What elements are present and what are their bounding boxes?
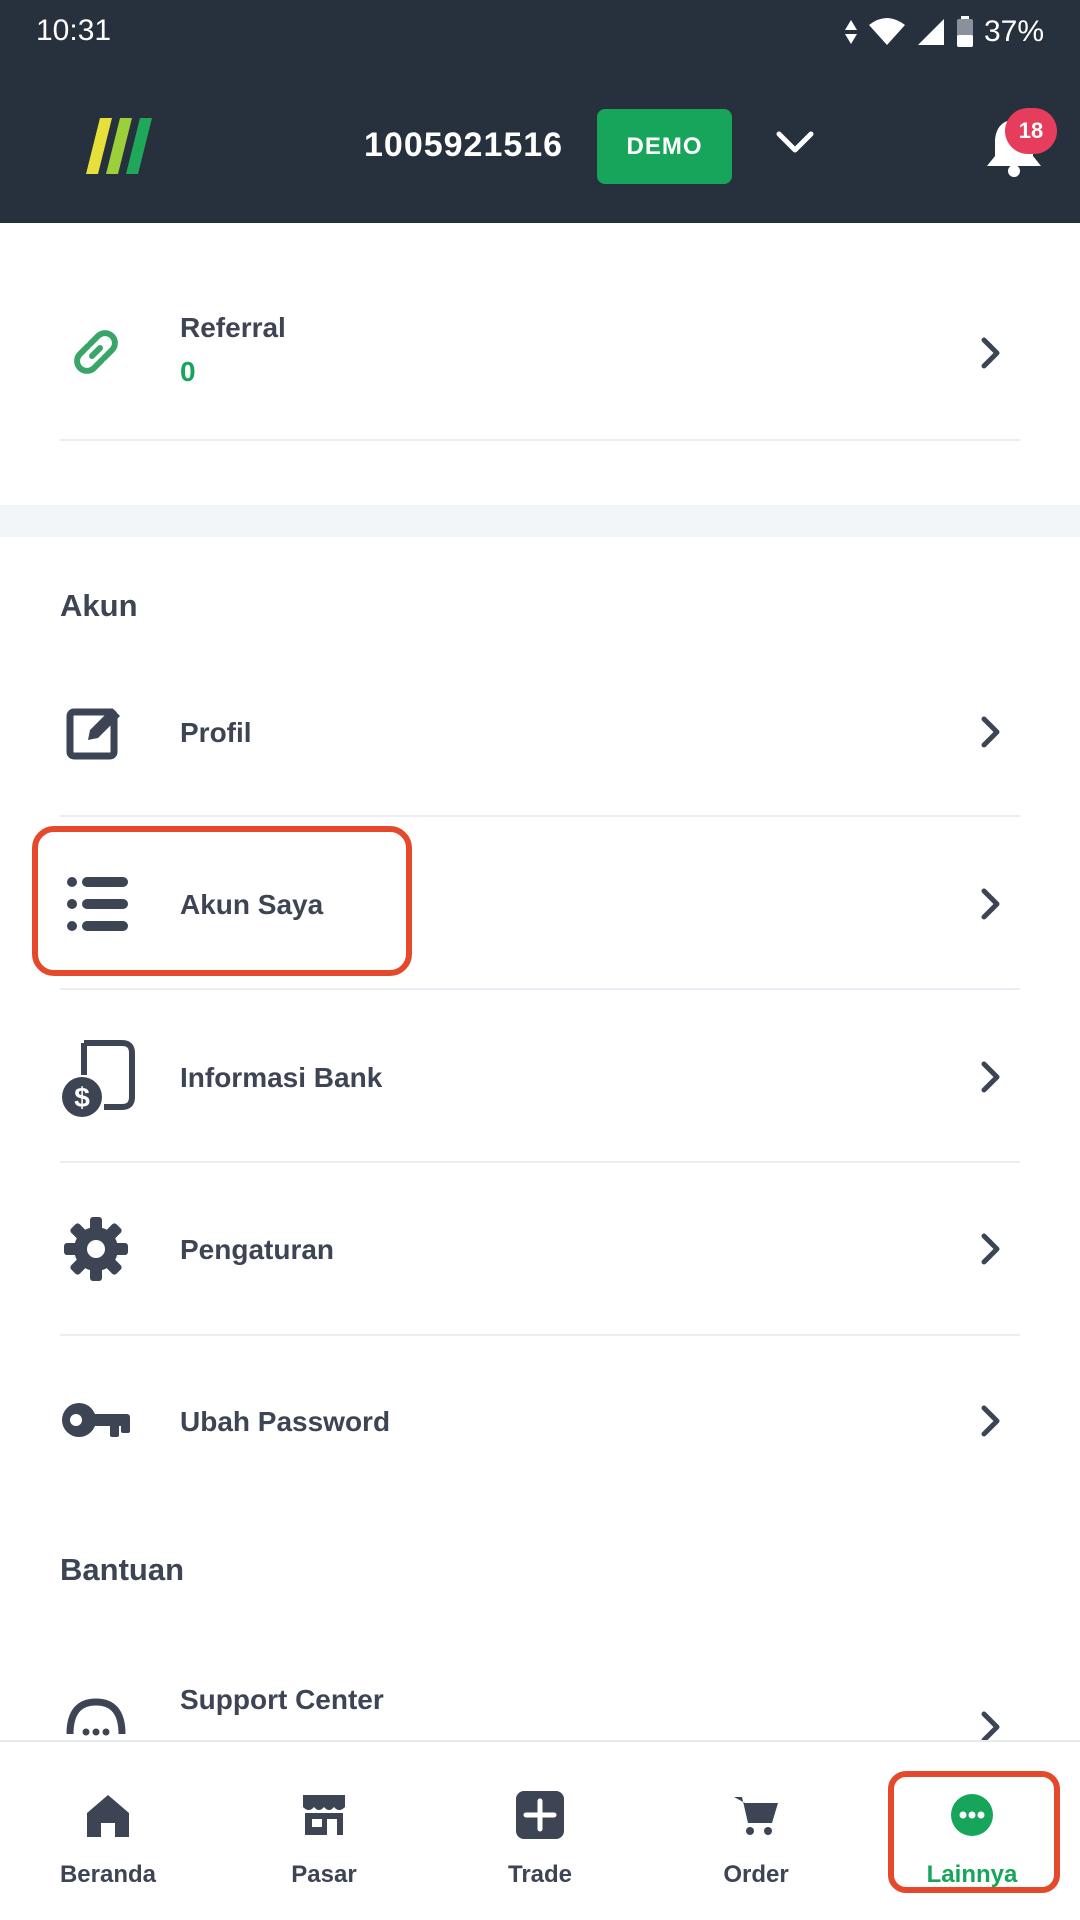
app-header: 10:31 37% 1005921516 DEMO 18 bbox=[0, 0, 1080, 223]
menu-label: Support Center bbox=[180, 1684, 384, 1715]
menu-item-pengaturan[interactable]: Pengaturan bbox=[60, 1207, 1020, 1327]
chevron-right-icon bbox=[981, 1233, 1000, 1265]
divider bbox=[60, 1334, 1020, 1336]
cart-icon bbox=[734, 1797, 778, 1835]
referral-label: Referral bbox=[180, 312, 286, 343]
nav-trade[interactable]: Trade bbox=[432, 1742, 648, 1920]
chevron-right-icon bbox=[981, 1405, 1000, 1437]
menu-label: Pengaturan bbox=[180, 1234, 335, 1265]
bank-doc-icon: $ bbox=[62, 1040, 135, 1117]
app-logo bbox=[86, 118, 152, 174]
chevron-down-icon[interactable] bbox=[775, 130, 815, 156]
gear-icon bbox=[64, 1217, 128, 1281]
nav-beranda[interactable]: Beranda bbox=[0, 1742, 216, 1920]
data-arrows-icon bbox=[844, 20, 857, 44]
menu-item-ubah-password[interactable]: Ubah Password bbox=[60, 1379, 1020, 1499]
menu-label: Informasi Bank bbox=[180, 1062, 383, 1093]
nav-label: Trade bbox=[507, 1861, 573, 1888]
signal-icon bbox=[917, 19, 944, 45]
menu-item-informasi-bank[interactable]: $ Informasi Bank bbox=[60, 1035, 1020, 1155]
nav-label: Order bbox=[723, 1861, 789, 1888]
support-icon bbox=[66, 1698, 126, 1736]
divider bbox=[60, 1161, 1020, 1163]
menu-item-support-center[interactable]: Support Center bbox=[60, 1666, 1020, 1740]
section-title-bantuan: Bantuan bbox=[60, 1552, 184, 1587]
battery-level: 37% bbox=[983, 15, 1044, 48]
nav-label: Beranda bbox=[59, 1861, 157, 1888]
divider bbox=[60, 815, 1020, 817]
divider bbox=[60, 988, 1020, 990]
home-icon bbox=[87, 1795, 129, 1837]
nav-label: Pasar bbox=[291, 1861, 357, 1888]
plus-icon bbox=[516, 1791, 564, 1839]
account-number[interactable]: 1005921516 bbox=[364, 126, 563, 165]
section-separator bbox=[0, 505, 1080, 537]
chevron-right-icon bbox=[981, 716, 1000, 748]
link-icon bbox=[74, 330, 118, 374]
chevron-right-icon bbox=[981, 888, 1000, 920]
edit-icon bbox=[66, 708, 120, 760]
store-icon bbox=[303, 1795, 345, 1835]
menu-label: Ubah Password bbox=[180, 1406, 391, 1437]
status-icons: 37% bbox=[844, 14, 1044, 50]
svg-text:$: $ bbox=[74, 1082, 90, 1113]
highlight-lainnya bbox=[888, 1771, 1060, 1893]
nav-order[interactable]: Order bbox=[648, 1742, 864, 1920]
status-time: 10:31 bbox=[36, 14, 112, 47]
divider bbox=[60, 439, 1020, 441]
chevron-right-icon bbox=[981, 1061, 1000, 1093]
chevron-right-icon bbox=[981, 337, 1000, 369]
notification-badge: 18 bbox=[1005, 108, 1057, 154]
key-icon bbox=[62, 1403, 130, 1437]
wifi-icon bbox=[868, 18, 905, 45]
demo-badge[interactable]: DEMO bbox=[597, 109, 732, 184]
menu-label: Profil bbox=[180, 717, 252, 748]
referral-value: 0 bbox=[180, 356, 196, 387]
highlight-akun-saya bbox=[32, 826, 412, 976]
battery-icon bbox=[956, 16, 973, 47]
referral-row[interactable]: Referral 0 bbox=[60, 300, 1020, 420]
section-title-akun: Akun bbox=[60, 588, 138, 623]
nav-pasar[interactable]: Pasar bbox=[216, 1742, 432, 1920]
menu-item-profil[interactable]: Profil bbox=[60, 690, 1020, 810]
chevron-right-icon bbox=[981, 1711, 1000, 1740]
